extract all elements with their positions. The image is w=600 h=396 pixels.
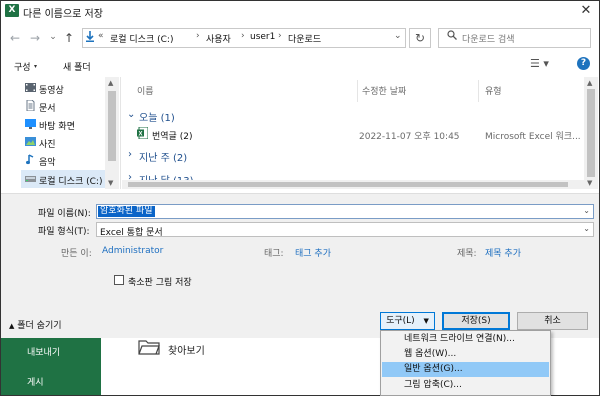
music-icon: [25, 154, 36, 165]
group-collapsed-chevron-icon[interactable]: ›: [128, 149, 132, 160]
excel-file-icon: X: [137, 126, 149, 142]
breadcrumb-separator-icon[interactable]: ›: [241, 31, 245, 41]
sidebar-item-label: 로컬 디스크 (C:): [39, 177, 103, 187]
file-name: 번역글 (2): [152, 132, 193, 142]
group-header-today[interactable]: 오늘 (1): [139, 109, 175, 124]
back-arrow-icon[interactable]: ←: [8, 31, 22, 45]
file-type: Microsoft Excel 워크...: [485, 132, 581, 142]
column-header-name[interactable]: 이름: [137, 84, 154, 97]
sidebar-item-label: 바탕 화면: [39, 122, 75, 132]
close-button[interactable]: ✕: [578, 3, 594, 19]
breadcrumb-user1[interactable]: user1: [250, 32, 275, 42]
tools-button[interactable]: 도구(L) ▼: [380, 312, 435, 330]
video-icon: [25, 82, 36, 93]
address-history-chevron-icon[interactable]: ⌄: [394, 31, 402, 41]
horizontal-scroll-thumb[interactable]: [128, 182, 568, 187]
column-header-modified[interactable]: 수정한 날짜: [362, 84, 406, 97]
breadcrumb-users[interactable]: 사용자: [206, 32, 231, 45]
thumbnail-checkbox[interactable]: [114, 275, 124, 285]
author-label: 만든 이:: [61, 249, 92, 259]
tags-label: 태그:: [264, 249, 284, 259]
breadcrumb-local-disk[interactable]: 로컬 디스크 (C:): [110, 32, 173, 45]
menu-item-general-options[interactable]: 일반 옵션(G)...: [382, 362, 549, 377]
horizontal-scrollbar[interactable]: [122, 180, 584, 189]
column-divider[interactable]: [478, 80, 479, 102]
file-modified: 2022-11-07 오후 10:45: [359, 132, 460, 142]
downloads-folder-icon: [86, 31, 94, 45]
hide-folders-button[interactable]: ▲ 폴더 숨기기: [9, 318, 62, 331]
svg-text:X: X: [138, 131, 142, 137]
document-icon: [25, 99, 36, 112]
menu-item-web-options[interactable]: 웹 옵션(W)...: [382, 347, 549, 362]
address-overflow-chevron[interactable]: «: [98, 31, 104, 41]
filetype-label: 파일 형식(T):: [38, 227, 90, 237]
filetype-select[interactable]: Excel 통합 문서 ⌄: [96, 222, 594, 238]
view-options-icon[interactable]: ☰ ▾: [530, 57, 549, 70]
scroll-up-icon[interactable]: ▲: [587, 79, 592, 87]
scroll-up-icon[interactable]: ▲: [108, 79, 113, 87]
author-value[interactable]: Administrator: [102, 246, 163, 256]
new-folder-button[interactable]: 새 폴더: [63, 60, 91, 73]
sidebar-item-label: 문서: [39, 104, 56, 114]
sidebar-item-label: 음악: [39, 158, 56, 168]
filename-field[interactable]: 암호화된 파일 ⌄: [96, 204, 594, 219]
title-value[interactable]: 제목 추가: [485, 246, 521, 259]
search-icon: [447, 30, 457, 43]
group-expanded-chevron-icon[interactable]: ⌄: [127, 109, 135, 120]
help-icon[interactable]: ?: [577, 57, 590, 70]
breadcrumb-downloads[interactable]: 다운로드: [288, 32, 321, 45]
tools-label: 도구(L): [386, 316, 415, 326]
scroll-down-icon[interactable]: ▼: [587, 179, 592, 187]
up-arrow-icon[interactable]: ↑: [62, 31, 76, 45]
filename-label: 파일 이름(N):: [38, 209, 91, 219]
group-header-last-week[interactable]: 지난 주 (2): [139, 149, 187, 164]
organize-button[interactable]: 구성: [14, 60, 31, 73]
refresh-button[interactable]: ↻: [409, 28, 431, 48]
filelist-scrollbar[interactable]: ▲ ▼: [584, 77, 598, 189]
desktop-icon: [25, 118, 36, 129]
chevron-down-icon[interactable]: ⌄: [583, 206, 590, 215]
forward-arrow-icon[interactable]: →: [28, 31, 42, 45]
scroll-down-icon[interactable]: ▼: [108, 179, 113, 187]
breadcrumb-separator-icon[interactable]: ›: [278, 31, 282, 41]
tags-value[interactable]: 태그 추가: [295, 246, 331, 259]
window-title: 다른 이름으로 저장: [23, 9, 103, 20]
filetype-value: Excel 통합 문서: [100, 228, 163, 238]
column-divider[interactable]: [357, 80, 358, 102]
organize-chevron-icon: ▾: [34, 63, 38, 70]
excel-app-icon: X: [5, 4, 19, 17]
sidebar-scroll-thumb[interactable]: [108, 91, 116, 161]
tools-dropdown-icon: ▼: [423, 317, 429, 325]
picture-icon: [25, 136, 36, 147]
drive-icon: [25, 173, 36, 184]
menu-item-compress-pictures[interactable]: 그림 압축(C)...: [382, 378, 549, 393]
backstage-item-export[interactable]: 내보내기: [27, 345, 60, 358]
hide-folders-label: 폴더 숨기기: [17, 321, 62, 331]
column-header-type[interactable]: 유형: [485, 84, 502, 97]
chevron-up-icon: ▲: [9, 322, 15, 330]
browse-button[interactable]: 찾아보기: [168, 342, 205, 357]
tools-menu: 네트워크 드라이브 연결(N)... 웹 옵션(W)... 일반 옵션(G)..…: [380, 330, 551, 396]
filename-value[interactable]: 암호화된 파일: [98, 206, 155, 217]
thumbnail-label: 축소판 그림 저장: [128, 278, 192, 288]
backstage-item-publish[interactable]: 게시: [27, 375, 44, 388]
cancel-button[interactable]: 취소: [517, 312, 588, 330]
breadcrumb-separator-icon[interactable]: ›: [196, 31, 200, 41]
chevron-down-icon[interactable]: ⌄: [583, 224, 590, 233]
filelist-scroll-thumb[interactable]: [587, 89, 595, 177]
sidebar-item-label: 사진: [39, 140, 56, 150]
sidebar-scrollbar[interactable]: ▲ ▼: [105, 77, 119, 189]
title-label: 제목:: [457, 249, 477, 259]
folder-icon: [138, 339, 160, 355]
save-button[interactable]: 저장(S): [442, 312, 510, 330]
recent-locations-chevron-icon[interactable]: ⌄: [46, 30, 60, 44]
sidebar-item-label: 동영상: [39, 86, 64, 96]
menu-item-map-network-drive[interactable]: 네트워크 드라이브 연결(N)...: [382, 332, 549, 347]
search-placeholder: 다운로드 검색: [462, 35, 515, 45]
